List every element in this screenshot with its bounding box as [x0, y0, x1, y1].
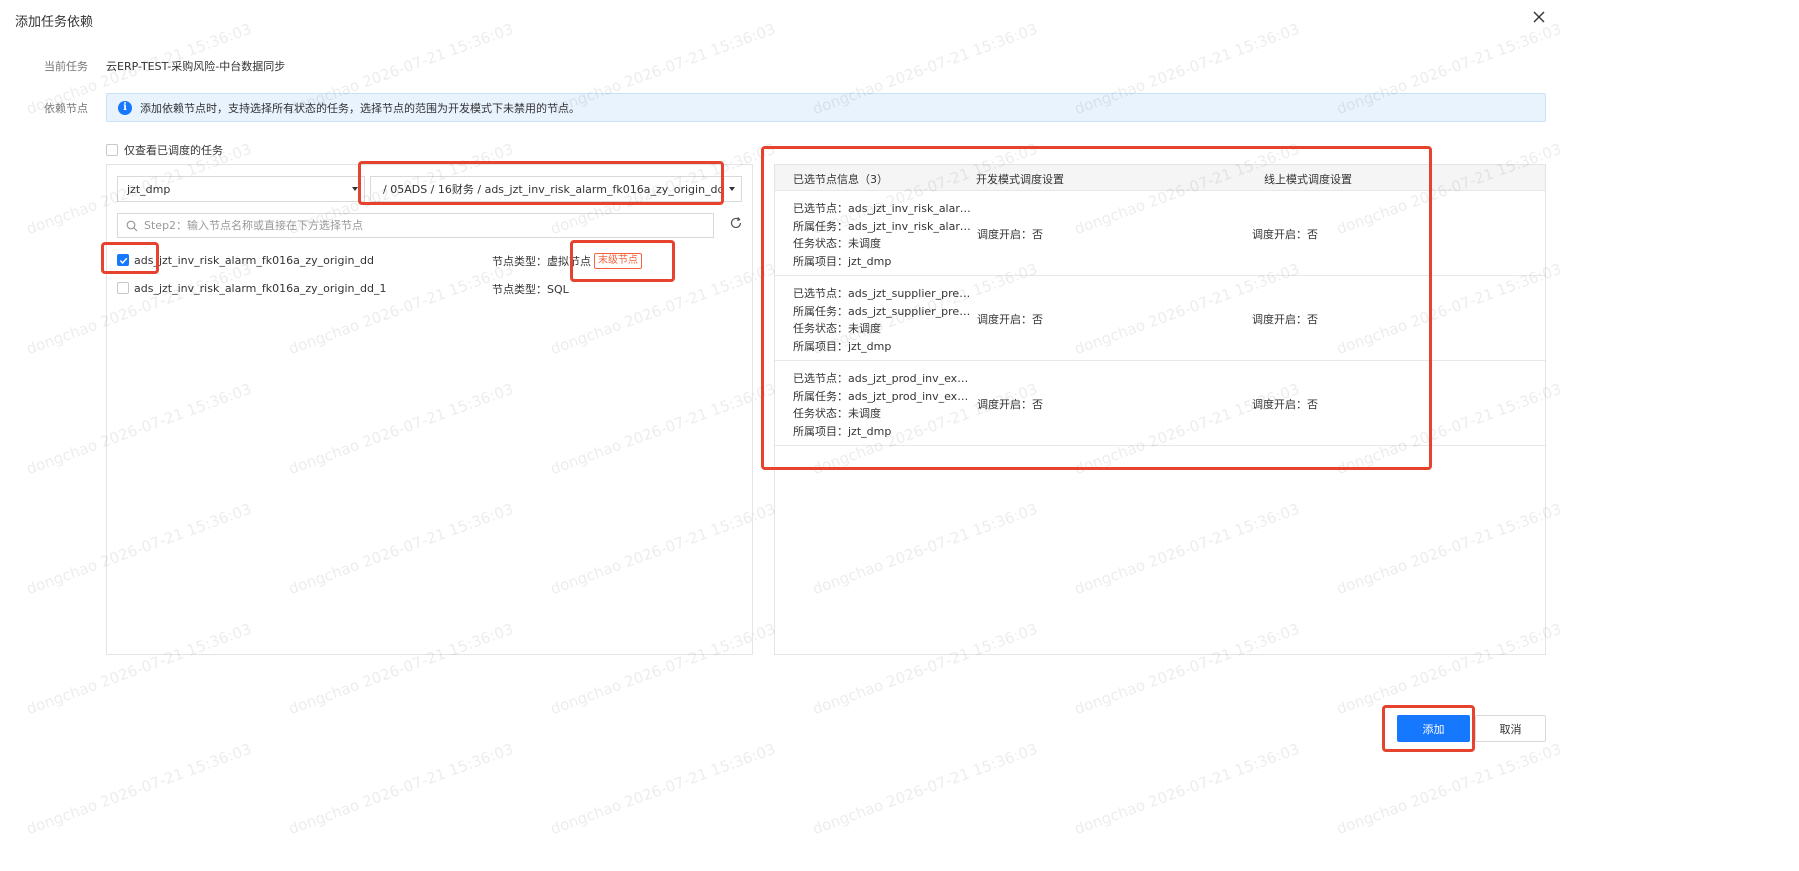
watermark-text: dongchao 2026-07-21 15:36:03 [548, 739, 778, 839]
selected-node-status: 任务状态：未调度 [793, 322, 881, 335]
node-name: ads_jzt_inv_risk_alarm_fk016a_zy_origin_… [134, 253, 374, 267]
watermark-text: dongchao 2026-07-21 15:36:03 [24, 739, 254, 839]
selected-node-row: 已选节点：ads_jzt_prod_inv_expired... 所属任务：ad… [775, 361, 1545, 446]
header-dev: 开发模式调度设置 [976, 173, 1064, 186]
selected-node-task: 所属任务：ads_jzt_supplier_prepay_... [793, 304, 975, 318]
project-select[interactable]: jzt_dmp [117, 176, 365, 202]
info-icon: i [118, 100, 132, 115]
only-scheduled-check[interactable] [106, 144, 118, 156]
only-scheduled-checkbox[interactable]: 仅查看已调度的任务 [106, 142, 223, 158]
path-select[interactable]: / 05ADS / 16财务 / ads_jzt_inv_risk_alarm_… [370, 176, 742, 202]
watermark-text: dongchao 2026-07-21 15:36:03 [1072, 739, 1302, 839]
info-banner: i 添加依赖节点时，支持选择所有状态的任务，选择节点的范围为开发模式下未禁用的节… [106, 93, 1546, 122]
selected-node-info: 已选节点：ads_jzt_prod_inv_expired... 所属任务：ad… [793, 370, 975, 440]
selected-node-project: 所属项目：jzt_dmp [793, 254, 892, 268]
watermark-text: dongchao 2026-07-21 15:36:03 [1334, 739, 1564, 839]
chevron-down-icon [729, 187, 735, 191]
selected-node-status: 任务状态：未调度 [793, 237, 881, 250]
selected-node-name: 已选节点：ads_jzt_inv_risk_alarm_fk... [793, 202, 975, 215]
search-icon [126, 220, 138, 231]
node-item[interactable]: ads_jzt_inv_risk_alarm_fk016a_zy_origin_… [117, 279, 386, 297]
dep-node-label: 依赖节点 [44, 102, 88, 115]
leaf-node-tag: 末级节点 [594, 253, 642, 269]
dialog-title: 添加任务依赖 [15, 15, 94, 30]
node-type-text: 节点类型：虚拟节点 [492, 255, 591, 268]
node-checkbox[interactable] [117, 254, 129, 266]
cancel-button[interactable]: 取消 [1475, 715, 1546, 742]
selected-node-task: 所属任务：ads_jzt_inv_risk_alarm_fk... [793, 219, 975, 233]
check-icon [119, 257, 127, 264]
selected-node-row: 已选节点：ads_jzt_inv_risk_alarm_fk... 所属任务：a… [775, 191, 1545, 276]
selected-node-info: 已选节点：ads_jzt_supplier_prepay_... 所属任务：ad… [793, 285, 975, 355]
project-select-value: jzt_dmp [127, 182, 171, 196]
close-icon[interactable] [1531, 9, 1547, 25]
selected-nodes-header: 已选节点信息（3） 开发模式调度设置 线上模式调度设置 [775, 165, 1545, 191]
node-search[interactable] [117, 213, 714, 238]
watermark-text: dongchao 2026-07-21 15:36:03 [286, 739, 516, 839]
dev-schedule: 调度开启：否 [977, 228, 1043, 241]
node-type: 节点类型：虚拟节点 末级节点 [492, 253, 642, 269]
selected-node-row: 已选节点：ads_jzt_supplier_prepay_... 所属任务：ad… [775, 276, 1545, 361]
selected-node-project: 所属项目：jzt_dmp [793, 424, 892, 438]
dev-schedule: 调度开启：否 [977, 398, 1043, 411]
refresh-icon[interactable] [729, 216, 743, 230]
selected-node-task: 所属任务：ads_jzt_prod_inv_expired... [793, 389, 975, 403]
info-text: 添加依赖节点时，支持选择所有状态的任务，选择节点的范围为开发模式下未禁用的节点。 [140, 101, 580, 115]
header-online: 线上模式调度设置 [1264, 173, 1352, 186]
node-name: ads_jzt_inv_risk_alarm_fk016a_zy_origin_… [134, 281, 387, 295]
chevron-down-icon [352, 187, 358, 191]
selected-node-status: 任务状态：未调度 [793, 407, 881, 420]
node-type: 节点类型：SQL [492, 281, 569, 297]
selected-node-project: 所属项目：jzt_dmp [793, 339, 892, 353]
only-scheduled-label: 仅查看已调度的任务 [124, 144, 223, 157]
add-button[interactable]: 添加 [1397, 715, 1470, 742]
selected-node-name: 已选节点：ads_jzt_prod_inv_expired... [793, 372, 975, 385]
node-checkbox[interactable] [117, 282, 129, 294]
node-item[interactable]: ads_jzt_inv_risk_alarm_fk016a_zy_origin_… [117, 251, 374, 269]
watermark-text: dongchao 2026-07-21 15:36:03 [810, 739, 1040, 839]
online-schedule: 调度开启：否 [1252, 313, 1318, 326]
path-select-value: / 05ADS / 16财务 / ads_jzt_inv_risk_alarm_… [383, 183, 725, 196]
header-info: 已选节点信息（3） [793, 173, 888, 186]
search-input[interactable] [144, 219, 713, 232]
current-task-label: 当前任务 [44, 60, 88, 73]
dev-schedule: 调度开启：否 [977, 313, 1043, 326]
node-type-text: 节点类型：SQL [492, 283, 569, 296]
online-schedule: 调度开启：否 [1252, 398, 1318, 411]
selected-node-name: 已选节点：ads_jzt_supplier_prepay_... [793, 287, 975, 300]
selected-node-info: 已选节点：ads_jzt_inv_risk_alarm_fk... 所属任务：a… [793, 200, 975, 270]
online-schedule: 调度开启：否 [1252, 228, 1318, 241]
current-task-value: 云ERP-TEST-采购风险-中台数据同步 [106, 60, 286, 73]
